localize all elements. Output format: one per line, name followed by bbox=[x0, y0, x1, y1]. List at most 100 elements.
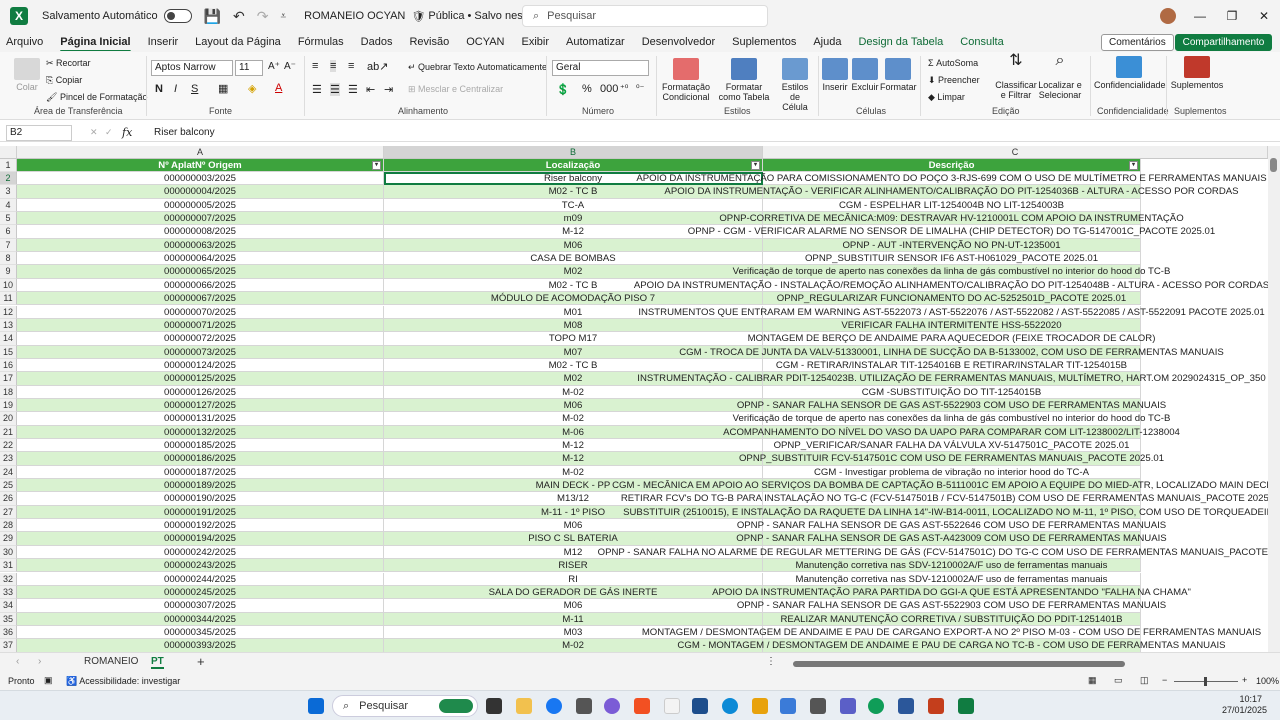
confidentiality-button[interactable]: Confidencialidade bbox=[1094, 56, 1166, 90]
cell-aplat-number[interactable]: 000000003/2025 bbox=[17, 172, 384, 186]
merge-center-button[interactable]: ⊞ Mesclar e Centralizar bbox=[408, 84, 503, 95]
avatar[interactable] bbox=[1160, 8, 1176, 24]
tab-inserir[interactable]: Inserir bbox=[148, 36, 179, 48]
tab-design-tabela[interactable]: Design da Tabela bbox=[858, 36, 943, 48]
cell-aplat-number[interactable]: 000000066/2025 bbox=[17, 278, 384, 293]
comments-button[interactable]: Comentários bbox=[1101, 34, 1174, 51]
file-explorer-icon[interactable] bbox=[516, 698, 532, 714]
italic-icon[interactable]: I bbox=[174, 83, 177, 95]
header-cell-b[interactable]: Localização ▾ bbox=[384, 159, 763, 173]
cell-styles-button[interactable]: Estilos de Célula bbox=[776, 58, 814, 112]
filter-dropdown-icon[interactable]: ▾ bbox=[1129, 161, 1138, 170]
cell-location[interactable]: M02 bbox=[384, 265, 763, 279]
orientation-icon[interactable]: ab↗ bbox=[367, 60, 388, 73]
cell-description[interactable]: OPNP_VERIFICAR/SANAR FALHA DA VÁLVULA XV… bbox=[763, 439, 1141, 453]
cell-aplat-number[interactable]: 000000007/2025 bbox=[17, 212, 384, 226]
cell-description[interactable]: CGM - Investigar problema de vibração no… bbox=[763, 465, 1141, 480]
cell-aplat-number[interactable]: 000000071/2025 bbox=[17, 318, 384, 333]
cell-location[interactable]: M-12 bbox=[384, 439, 763, 453]
cell-aplat-number[interactable]: 000000126/2025 bbox=[17, 385, 384, 399]
zoom-slider-thumb[interactable] bbox=[1204, 677, 1207, 686]
cell-aplat-number[interactable]: 000000185/2025 bbox=[17, 439, 384, 453]
cell-location[interactable]: m09 bbox=[384, 212, 763, 226]
taskbar-search[interactable]: ⌕ Pesquisar bbox=[332, 695, 478, 717]
decrease-decimal-icon[interactable]: ⁰⁻ bbox=[636, 83, 644, 94]
cell-aplat-number[interactable]: 000000067/2025 bbox=[17, 292, 384, 306]
row-header[interactable]: 4 bbox=[0, 198, 17, 213]
row-header[interactable]: 25 bbox=[0, 479, 17, 493]
spreadsheet-grid[interactable]: A B C 1 Nº AplatNº Origem ▾ Localização ▾ … bbox=[0, 146, 1268, 652]
row-header[interactable]: 10 bbox=[0, 278, 17, 293]
cell-aplat-number[interactable]: 000000131/2025 bbox=[17, 412, 384, 426]
cell-location[interactable]: TOPO M17 bbox=[384, 332, 763, 346]
taskbar-clock[interactable]: 10:17 27/01/2025 bbox=[1222, 694, 1267, 716]
cell-aplat-number[interactable]: 000000073/2025 bbox=[17, 345, 384, 359]
search-box[interactable]: ⌕ Pesquisar bbox=[522, 5, 768, 27]
cell-description[interactable]: CGM - ESPELHAR LIT-1254004B NO LIT-12540… bbox=[763, 198, 1141, 213]
row-header[interactable]: 13 bbox=[0, 318, 17, 333]
powerpoint-icon[interactable] bbox=[928, 698, 944, 714]
row-header[interactable]: 14 bbox=[0, 332, 17, 346]
row-header[interactable]: 9 bbox=[0, 265, 17, 279]
row-header[interactable]: 32 bbox=[0, 572, 17, 586]
add-sheet-icon[interactable]: + bbox=[197, 654, 205, 669]
cell-location[interactable]: MÓDULO DE ACOMODAÇÃO PISO 7 bbox=[384, 292, 763, 306]
cell-aplat-number[interactable]: 000000345/2025 bbox=[17, 625, 384, 640]
cell-aplat-number[interactable]: 000000064/2025 bbox=[17, 252, 384, 266]
cell-description[interactable]: OPNP - AUT -INTERVENÇÃO NO PN-UT-1235001 bbox=[763, 238, 1141, 253]
row-header[interactable]: 27 bbox=[0, 505, 17, 520]
cell-aplat-number[interactable]: 000000189/2025 bbox=[17, 479, 384, 493]
number-format-select[interactable]: Geral bbox=[552, 60, 649, 76]
cell-location[interactable]: CASA DE BOMBAS bbox=[384, 252, 763, 266]
cell-description[interactable]: INSTRUMENTOS QUE ENTRARAM EM WARNING AST… bbox=[638, 305, 1265, 319]
align-left-icon[interactable]: ☰ bbox=[312, 83, 322, 96]
insert-cells-button[interactable]: Inserir bbox=[820, 58, 850, 92]
app-icon[interactable] bbox=[780, 698, 796, 714]
row-header[interactable]: 35 bbox=[0, 612, 17, 626]
cell-location[interactable]: M-02 bbox=[384, 385, 763, 399]
cell-description[interactable]: OPNP - SANAR FALHA SENSOR DE GAS AST-A42… bbox=[736, 532, 1167, 546]
row-header[interactable]: 36 bbox=[0, 625, 17, 640]
row-header[interactable]: 15 bbox=[0, 345, 17, 359]
cell-description[interactable]: APOIO DA INSTRUMENTAÇÃO PARA PARTIDA DO … bbox=[712, 585, 1191, 600]
find-select-button[interactable]: ⌕ Localizar e Selecionar bbox=[1038, 53, 1082, 101]
cell-aplat-number[interactable]: 000000192/2025 bbox=[17, 519, 384, 533]
align-middle-icon[interactable]: ≡ bbox=[330, 60, 337, 72]
format-painter-button[interactable]: 🖌 Pincel de Formatação bbox=[46, 92, 147, 103]
row-header[interactable]: 30 bbox=[0, 545, 17, 560]
align-center-icon[interactable]: ☰ bbox=[330, 83, 340, 96]
row-header[interactable]: 19 bbox=[0, 398, 17, 413]
cell-aplat-number[interactable]: 000000008/2025 bbox=[17, 225, 384, 239]
cell-description[interactable]: CGM - MECÂNICA EM APOIO AO SERVIÇOS DA B… bbox=[612, 479, 1268, 493]
cell-aplat-number[interactable]: 000000244/2025 bbox=[17, 572, 384, 586]
autosum-button[interactable]: Σ AutoSoma bbox=[928, 58, 978, 68]
tab-formulas[interactable]: Fórmulas bbox=[298, 36, 344, 48]
cell-description[interactable]: OPNP - SANAR FALHA SENSOR DE GAS AST-552… bbox=[737, 398, 1166, 413]
cancel-icon[interactable]: ✕ bbox=[90, 127, 98, 138]
filter-dropdown-icon[interactable]: ▾ bbox=[751, 161, 760, 170]
cell-description[interactable]: OPNP_SUBSTITUIR SENSOR IF6 AST-H061029_P… bbox=[763, 252, 1141, 266]
cell-aplat-number[interactable]: 000000125/2025 bbox=[17, 372, 384, 386]
cell-description[interactable]: OPNP - SANAR FALHA SENSOR DE GAS AST-552… bbox=[737, 599, 1166, 613]
cell-location[interactable]: RI bbox=[384, 572, 763, 586]
cell-description[interactable]: Manutenção corretiva nas SDV-1210002A/F … bbox=[763, 559, 1141, 573]
indent-increase-icon[interactable]: ⇥ bbox=[384, 83, 393, 96]
cell-aplat-number[interactable]: 000000072/2025 bbox=[17, 332, 384, 346]
row-header[interactable]: 22 bbox=[0, 439, 17, 453]
excel-taskbar-icon[interactable] bbox=[958, 698, 974, 714]
scrollbar-thumb[interactable] bbox=[1270, 158, 1277, 172]
border-icon[interactable]: ▦ bbox=[218, 82, 228, 95]
cell-description[interactable]: VERIFICAR FALHA INTERMITENTE HSS-5522020 bbox=[763, 318, 1141, 333]
cell-location[interactable]: M-02 bbox=[384, 412, 763, 426]
cell-description[interactable]: Verificação de torque de aperto nas cone… bbox=[733, 265, 1170, 279]
row-header[interactable]: 7 bbox=[0, 238, 17, 253]
cell-aplat-number[interactable]: 000000186/2025 bbox=[17, 452, 384, 466]
row-header[interactable]: 31 bbox=[0, 559, 17, 573]
row-header[interactable]: 5 bbox=[0, 212, 17, 226]
cell-location[interactable]: SALA DO GERADOR DE GÁS INERTE bbox=[384, 585, 763, 600]
tab-ocyan[interactable]: OCYAN bbox=[466, 36, 504, 48]
accessibility-status[interactable]: ♿ Acessibilidade: investigar bbox=[66, 676, 180, 687]
cell-description[interactable]: OPNP - CGM - VERIFICAR ALARME NO SENSOR … bbox=[688, 225, 1215, 239]
cell-location[interactable]: M06 bbox=[384, 398, 763, 413]
store-icon[interactable] bbox=[634, 698, 650, 714]
